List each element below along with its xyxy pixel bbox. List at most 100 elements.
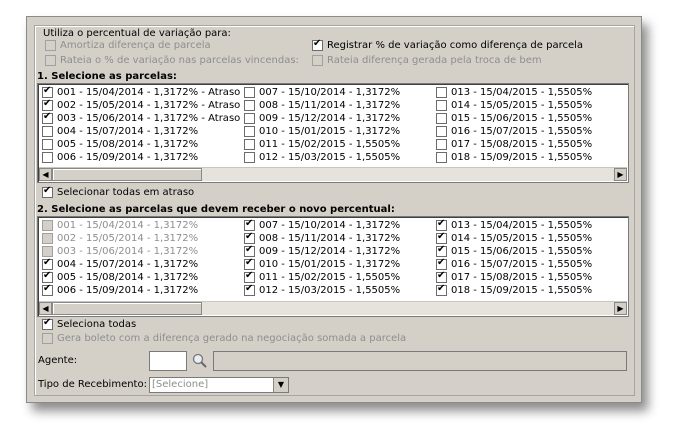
section1-item-checkbox[interactable] — [436, 139, 447, 150]
section2-item-checkbox[interactable] — [244, 270, 255, 283]
scroll-right-icon[interactable]: ▶ — [614, 302, 627, 315]
section2-list-item[interactable]: 002 - 15/05/2014 - 1,3172% — [42, 232, 198, 245]
amortiza-box[interactable] — [45, 40, 56, 51]
section2-item-checkbox[interactable] — [436, 270, 447, 283]
section1-list-item[interactable]: 001 - 15/04/2014 - 1,3172% - Atraso — [42, 85, 240, 99]
section2-item-checkbox[interactable] — [436, 283, 447, 296]
section1-list-item[interactable]: 012 - 15/03/2015 - 1,5505% — [244, 151, 400, 164]
section2-list-item[interactable]: 018 - 15/09/2015 - 1,5505% — [436, 283, 592, 297]
section2-item-checkbox[interactable] — [436, 231, 447, 244]
section2-item-checkbox[interactable] — [244, 218, 255, 231]
section2-hscrollbar[interactable]: ◀ ▶ — [39, 301, 627, 315]
section2-list-item[interactable]: 010 - 15/01/2015 - 1,3172% — [244, 257, 400, 271]
section2-list-item[interactable]: 015 - 15/06/2015 - 1,5505% — [436, 244, 592, 258]
scroll-left-icon[interactable]: ◀ — [39, 168, 52, 181]
section1-list-item[interactable]: 009 - 15/12/2014 - 1,3172% — [244, 112, 400, 125]
select-all-box[interactable] — [42, 317, 53, 330]
section1-list-item[interactable]: 006 - 15/09/2014 - 1,3172% — [42, 151, 198, 164]
section1-item-checkbox[interactable] — [42, 85, 53, 98]
section1-list-item[interactable]: 007 - 15/10/2014 - 1,3172% — [244, 86, 400, 99]
section2-list-item[interactable]: 013 - 15/04/2015 - 1,5505% — [436, 218, 592, 232]
agente-code-input[interactable] — [149, 351, 187, 371]
section1-list-item[interactable]: 002 - 15/05/2014 - 1,3172% - Atraso — [42, 98, 240, 112]
section2-item-checkbox[interactable] — [42, 233, 53, 244]
section2-item-checkbox[interactable] — [42, 257, 53, 270]
section2-listbox[interactable]: 018 - 15/09/2015 - 1,5505% 017 - 15/08/20… — [37, 216, 629, 317]
section2-list-item[interactable]: 016 - 15/07/2015 - 1,5505% — [436, 257, 592, 271]
section2-item-checkbox[interactable] — [42, 220, 53, 231]
section1-list-item[interactable]: 014 - 15/05/2015 - 1,5505% — [436, 99, 592, 112]
section1-listbox[interactable]: 018 - 15/09/2015 - 1,5505% 017 - 15/08/20… — [37, 83, 629, 183]
rateia-vincendas-box[interactable] — [45, 55, 56, 66]
section1-list-item[interactable]: 010 - 15/01/2015 - 1,3172% — [244, 125, 400, 138]
section1-item-checkbox[interactable] — [244, 152, 255, 163]
section2-list-item[interactable]: 014 - 15/05/2015 - 1,5505% — [436, 231, 592, 245]
section1-list-item[interactable]: 018 - 15/09/2015 - 1,5505% — [436, 151, 592, 164]
section2-item-checkbox[interactable] — [42, 246, 53, 257]
section1-item-checkbox[interactable] — [436, 100, 447, 111]
select-all-late-checkbox[interactable]: Selecionar todas em atraso — [42, 185, 194, 199]
section2-item-checkbox[interactable] — [244, 257, 255, 270]
amortiza-checkbox[interactable]: Amortiza diferença de parcela — [45, 39, 211, 52]
section1-hscrollbar[interactable]: ◀ ▶ — [39, 167, 627, 181]
section1-item-checkbox[interactable] — [436, 113, 447, 124]
section2-list-item[interactable]: 001 - 15/04/2014 - 1,3172% — [42, 219, 198, 232]
section1-item-checkbox[interactable] — [436, 152, 447, 163]
rateia-troca-checkbox[interactable]: Rateia diferença gerada pela troca de be… — [312, 54, 542, 67]
section1-list-item[interactable]: 008 - 15/11/2014 - 1,3172% — [244, 99, 400, 112]
registrar-box[interactable] — [312, 38, 323, 51]
section1-item-checkbox[interactable] — [42, 152, 53, 163]
section2-list-item[interactable]: 008 - 15/11/2014 - 1,3172% — [244, 231, 400, 245]
section1-list-item[interactable]: 016 - 15/07/2015 - 1,5505% — [436, 125, 592, 138]
section2-list-item[interactable]: 004 - 15/07/2014 - 1,3172% — [42, 257, 198, 271]
section1-item-checkbox[interactable] — [42, 126, 53, 137]
rateia-troca-box[interactable] — [312, 55, 323, 66]
section1-item-checkbox[interactable] — [436, 87, 447, 98]
section2-list-item[interactable]: 007 - 15/10/2014 - 1,3172% — [244, 218, 400, 232]
rateia-vincendas-checkbox[interactable]: Rateia o % de variação nas parcelas vinc… — [45, 54, 299, 67]
section1-item-checkbox[interactable] — [244, 139, 255, 150]
section2-list-item[interactable]: 006 - 15/09/2014 - 1,3172% — [42, 283, 198, 297]
select-all-checkbox[interactable]: Seleciona todas — [42, 317, 136, 331]
section1-item-checkbox[interactable] — [244, 113, 255, 124]
section1-list-item[interactable]: 017 - 15/08/2015 - 1,5505% — [436, 138, 592, 151]
gera-boleto-checkbox[interactable]: Gera boleto com a diferença gerado na ne… — [42, 332, 406, 345]
section1-list-item[interactable]: 004 - 15/07/2014 - 1,3172% — [42, 125, 198, 138]
section1-list-item[interactable]: 011 - 15/02/2015 - 1,5505% — [244, 138, 400, 151]
section2-item-checkbox[interactable] — [436, 218, 447, 231]
section2-item-checkbox[interactable] — [436, 257, 447, 270]
registrar-checkbox[interactable]: Registrar % de variação como diferença d… — [312, 38, 583, 52]
section2-item-checkbox[interactable] — [436, 244, 447, 257]
section1-item-checkbox[interactable] — [244, 100, 255, 111]
section1-item-checkbox[interactable] — [42, 111, 53, 124]
section2-list-item[interactable]: 017 - 15/08/2015 - 1,5505% — [436, 270, 592, 284]
section2-list-item[interactable]: 011 - 15/02/2015 - 1,5505% — [244, 270, 400, 284]
section1-item-checkbox[interactable] — [244, 87, 255, 98]
scroll-thumb[interactable] — [52, 302, 202, 315]
scroll-left-icon[interactable]: ◀ — [39, 302, 52, 315]
section2-list-item[interactable]: 009 - 15/12/2014 - 1,3172% — [244, 244, 400, 258]
section2-list-item[interactable]: 003 - 15/06/2014 - 1,3172% — [42, 245, 198, 258]
gera-boleto-box[interactable] — [42, 333, 53, 344]
select-all-late-box[interactable] — [42, 185, 53, 198]
section2-item-checkbox[interactable] — [42, 270, 53, 283]
section2-item-checkbox[interactable] — [244, 231, 255, 244]
section1-item-checkbox[interactable] — [42, 139, 53, 150]
section1-list-item[interactable]: 003 - 15/06/2014 - 1,3172% - Atraso — [42, 111, 240, 125]
section1-item-checkbox[interactable] — [244, 126, 255, 137]
scroll-right-icon[interactable]: ▶ — [614, 168, 627, 181]
section1-item-checkbox[interactable] — [436, 126, 447, 137]
section2-list-item[interactable]: 005 - 15/08/2014 - 1,3172% — [42, 270, 198, 284]
section1-item-checkbox[interactable] — [42, 98, 53, 111]
chevron-down-icon[interactable]: ▼ — [273, 378, 288, 392]
recebimento-select[interactable]: [Selecione] ▼ — [149, 377, 289, 393]
section2-item-checkbox[interactable] — [244, 244, 255, 257]
magnifier-icon[interactable] — [191, 352, 209, 370]
scroll-thumb[interactable] — [52, 168, 202, 181]
section2-item-checkbox[interactable] — [244, 283, 255, 296]
section1-list-item[interactable]: 015 - 15/06/2015 - 1,5505% — [436, 112, 592, 125]
section2-item-checkbox[interactable] — [42, 283, 53, 296]
section1-list-item[interactable]: 005 - 15/08/2014 - 1,3172% — [42, 138, 198, 151]
section2-list-item[interactable]: 012 - 15/03/2015 - 1,5505% — [244, 283, 400, 297]
section1-list-item[interactable]: 013 - 15/04/2015 - 1,5505% — [436, 86, 592, 99]
